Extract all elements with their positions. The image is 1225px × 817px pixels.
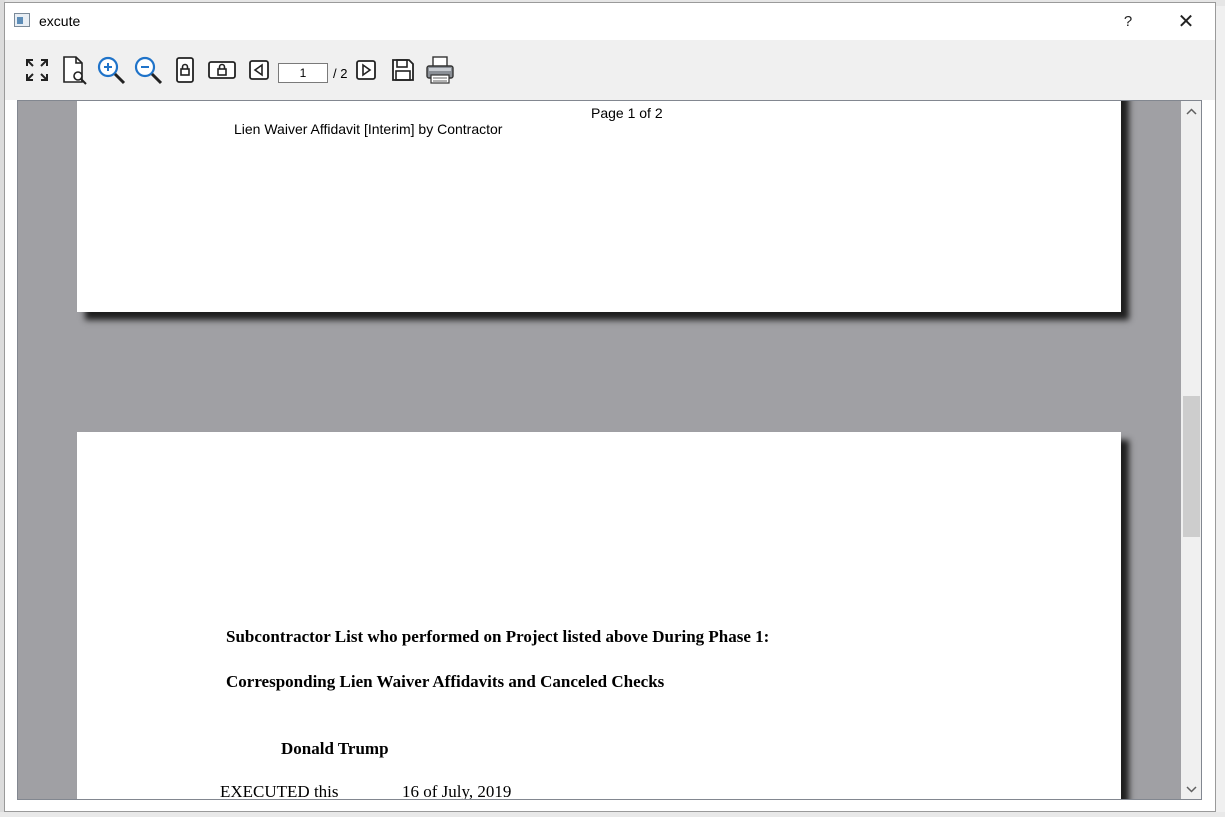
print-button[interactable] [424, 54, 456, 86]
printer-icon [426, 56, 454, 84]
executed-label: EXECUTED this [220, 782, 339, 800]
document-page-2: Subcontractor List who performed on Proj… [77, 432, 1121, 800]
signer-name: Donald Trump [281, 739, 389, 758]
previous-page-icon [249, 60, 269, 80]
document-viewer[interactable]: Page 1 of 2 Lien Waiver Affidavit [Inter… [17, 100, 1202, 800]
desktop-background-bottom [0, 812, 1225, 817]
subcontractor-list-heading: Subcontractor List who performed on Proj… [226, 627, 770, 646]
document-page-1: Page 1 of 2 Lien Waiver Affidavit [Inter… [77, 101, 1121, 312]
executed-date: 16 of July, 2019 [402, 782, 512, 800]
previous-page-button[interactable] [243, 54, 275, 86]
vertical-scrollbar[interactable] [1181, 101, 1201, 799]
scroll-up-button[interactable] [1181, 101, 1201, 121]
fit-page-button[interactable] [169, 54, 201, 86]
page-number-input[interactable] [278, 63, 328, 83]
chevron-up-icon [1185, 107, 1197, 115]
page-total-label: / 2 [333, 66, 348, 81]
fit-width-button[interactable] [206, 54, 238, 86]
next-page-button[interactable] [350, 54, 382, 86]
expand-arrows-icon [26, 59, 48, 81]
page-search-icon [63, 56, 87, 85]
zoom-in-button[interactable] [95, 54, 127, 86]
next-page-icon [356, 60, 376, 80]
chevron-down-icon [1185, 785, 1197, 793]
portrait-page-icon [176, 57, 194, 83]
zoom-out-icon [134, 56, 163, 85]
page-number-label: Page 1 of 2 [591, 105, 663, 121]
app-window-icon [14, 13, 30, 27]
lien-waiver-heading: Corresponding Lien Waiver Affidavits and… [226, 672, 665, 691]
help-button[interactable]: ? [1105, 3, 1151, 40]
document-header: Lien Waiver Affidavit [Interim] by Contr… [234, 121, 503, 137]
floppy-disk-icon [392, 59, 414, 81]
scroll-down-button[interactable] [1181, 779, 1201, 799]
print-preview-window: excute ? ✕ 1 / 2 Page 1 of 2 Lien Waiver… [4, 2, 1216, 812]
title-bar[interactable]: excute ? ✕ [5, 3, 1215, 40]
scrollbar-thumb[interactable] [1183, 396, 1200, 537]
fit-window-button[interactable] [21, 54, 53, 86]
page-preview-button[interactable] [59, 54, 91, 86]
preview-toolbar: / 2 [5, 40, 1215, 100]
zoom-out-button[interactable] [132, 54, 164, 86]
zoom-in-icon [97, 56, 126, 85]
landscape-page-icon [208, 61, 236, 79]
close-button[interactable]: ✕ [1163, 3, 1209, 40]
window-title: excute [39, 13, 81, 29]
save-button[interactable] [387, 54, 419, 86]
